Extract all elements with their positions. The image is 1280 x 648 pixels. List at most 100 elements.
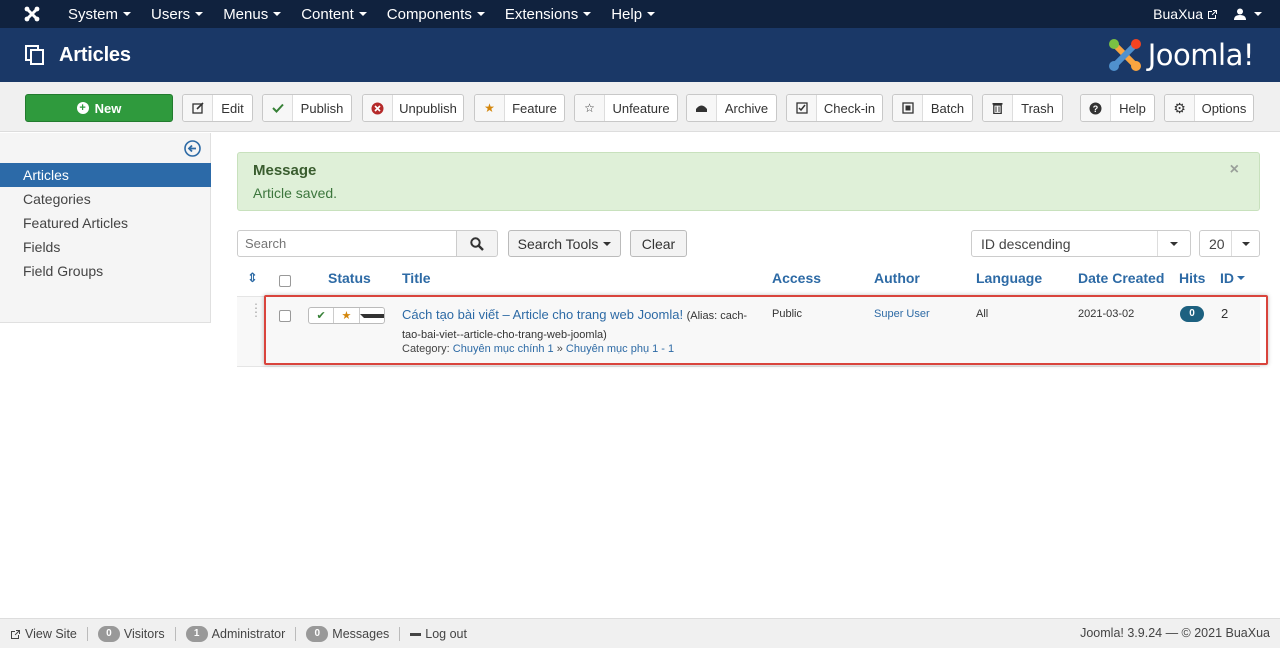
view-site-label: View Site: [25, 627, 77, 641]
title-header[interactable]: Title: [402, 270, 431, 286]
select-all-checkbox[interactable]: [279, 275, 291, 287]
unfeature-button[interactable]: ☆ Unfeature: [574, 94, 678, 122]
joomla-brand-logo: Joomla!: [1106, 36, 1255, 74]
menu-help[interactable]: Help: [601, 0, 665, 28]
checkbox-icon: [787, 95, 817, 121]
id-header-label: ID: [1220, 270, 1234, 286]
view-site-link[interactable]: View Site: [10, 627, 77, 641]
joomla-logo-icon[interactable]: [12, 0, 52, 28]
author-link[interactable]: Super User: [874, 308, 930, 320]
sidebar-item-categories[interactable]: Categories: [0, 187, 211, 211]
divider: [295, 627, 297, 641]
menu-label: Menus: [223, 5, 269, 23]
batch-button[interactable]: Batch: [892, 94, 973, 122]
site-name: BuaXua: [1153, 6, 1203, 22]
collapse-sidebar-icon[interactable]: [184, 140, 201, 157]
menu-label: Content: [301, 5, 354, 23]
status-button-group: ✔ ★: [308, 307, 385, 324]
sidebar-item-field-groups[interactable]: Field Groups: [0, 259, 211, 283]
caret-down-icon: [195, 12, 204, 16]
menu-extensions[interactable]: Extensions: [495, 0, 601, 28]
publish-button[interactable]: Publish: [262, 94, 352, 122]
article-alias: (Alias: cach-: [686, 310, 748, 322]
actions-dropdown-toggle[interactable]: [359, 308, 384, 323]
top-navbar: System Users Menus Content Components Ex…: [0, 0, 1280, 28]
visitors-link[interactable]: 0 Visitors: [97, 626, 165, 642]
article-title-link[interactable]: Cách tạo bài viết – Article cho trang we…: [402, 307, 683, 322]
success-alert: Message Article saved. ×: [237, 152, 1260, 211]
date-created-header[interactable]: Date Created: [1078, 270, 1164, 286]
options-button[interactable]: ⚙ Options: [1164, 94, 1254, 122]
search-button[interactable]: [456, 230, 498, 257]
sidebar: Articles Categories Featured Articles Fi…: [0, 133, 211, 323]
category-label: Category:: [402, 343, 450, 355]
limit-select[interactable]: 20: [1199, 230, 1260, 257]
star-icon: ★: [475, 95, 505, 121]
administrator-link[interactable]: 1 Administrator: [185, 626, 285, 642]
menu-users[interactable]: Users: [141, 0, 213, 28]
language-header[interactable]: Language: [976, 270, 1042, 286]
hits-badge: 0: [1180, 306, 1204, 322]
ordering-select[interactable]: ID descending: [971, 230, 1191, 257]
main-menu: System Users Menus Content Components Ex…: [58, 0, 665, 28]
messages-link[interactable]: 0 Messages: [306, 626, 389, 642]
hits-header[interactable]: Hits: [1179, 270, 1205, 286]
caret-down-icon: [1157, 231, 1190, 256]
page-header: Articles Joomla!: [0, 28, 1280, 82]
search-icon: [470, 236, 484, 251]
article-alias-cont: tao-bai-viet--article-cho-trang-web-joom…: [402, 329, 607, 341]
sort-ordering-header[interactable]: ⇕: [247, 270, 258, 286]
ordering-value: ID descending: [981, 235, 1071, 252]
gear-icon: ⚙: [1165, 95, 1195, 121]
times-circle-icon: [363, 95, 393, 121]
caret-down-icon: [273, 12, 282, 16]
unpublish-button-label: Unpublish: [399, 100, 457, 116]
menu-content[interactable]: Content: [291, 0, 377, 28]
menu-system[interactable]: System: [58, 0, 141, 28]
archive-button[interactable]: Archive: [686, 94, 777, 122]
trash-button[interactable]: Trash: [982, 94, 1063, 122]
featured-star-icon[interactable]: ★: [334, 308, 360, 323]
menu-components[interactable]: Components: [377, 0, 495, 28]
joomla-logo-icon: [1108, 39, 1141, 71]
category-child-link[interactable]: Chuyên mục phụ 1 - 1: [566, 343, 674, 355]
sidebar-item-featured-articles[interactable]: Featured Articles: [0, 211, 211, 235]
user-menu[interactable]: [1234, 8, 1262, 20]
id-header[interactable]: ID: [1220, 270, 1245, 286]
new-button-label: New: [94, 100, 122, 116]
unpublish-button[interactable]: Unpublish: [362, 94, 464, 122]
sidebar-item-fields[interactable]: Fields: [0, 235, 211, 259]
published-check-icon[interactable]: ✔: [309, 308, 335, 323]
site-link[interactable]: BuaXua: [1153, 6, 1218, 22]
publish-button-label: Publish: [300, 100, 344, 116]
search-tools-button[interactable]: Search Tools: [508, 230, 621, 257]
access-cell: Public: [772, 308, 802, 320]
author-header[interactable]: Author: [874, 270, 920, 286]
edit-button[interactable]: Edit: [182, 94, 253, 122]
svg-text:?: ?: [1093, 104, 1099, 114]
menu-label: Users: [151, 5, 191, 23]
checkin-button[interactable]: Check-in: [786, 94, 883, 122]
close-icon[interactable]: ×: [1230, 161, 1239, 179]
menu-menus[interactable]: Menus: [213, 0, 291, 28]
visitors-count-badge: 0: [97, 626, 120, 642]
row-checkbox[interactable]: [279, 310, 291, 322]
caret-down-icon: [647, 12, 656, 16]
minus-icon: [410, 632, 422, 636]
search-input[interactable]: [237, 230, 457, 257]
access-header[interactable]: Access: [772, 270, 821, 286]
sidebar-item-articles[interactable]: Articles: [0, 163, 211, 187]
feature-button[interactable]: ★ Feature: [474, 94, 565, 122]
footer-left: View Site 0 Visitors 1 Administrator 0 M…: [10, 626, 467, 642]
status-header[interactable]: Status: [328, 270, 371, 286]
alert-title: Message: [253, 162, 317, 179]
drag-handle-icon[interactable]: ⋮ ⋮: [250, 302, 262, 318]
caret-down-icon: [603, 241, 612, 246]
new-button[interactable]: + New: [25, 94, 173, 122]
caret-down-icon: [1254, 12, 1262, 16]
clear-button[interactable]: Clear: [630, 230, 687, 257]
logout-link[interactable]: Log out: [410, 627, 467, 641]
help-button[interactable]: ? Help: [1080, 94, 1155, 122]
admin-count-badge: 1: [185, 626, 208, 642]
category-parent-link[interactable]: Chuyên mục chính 1: [453, 343, 554, 355]
